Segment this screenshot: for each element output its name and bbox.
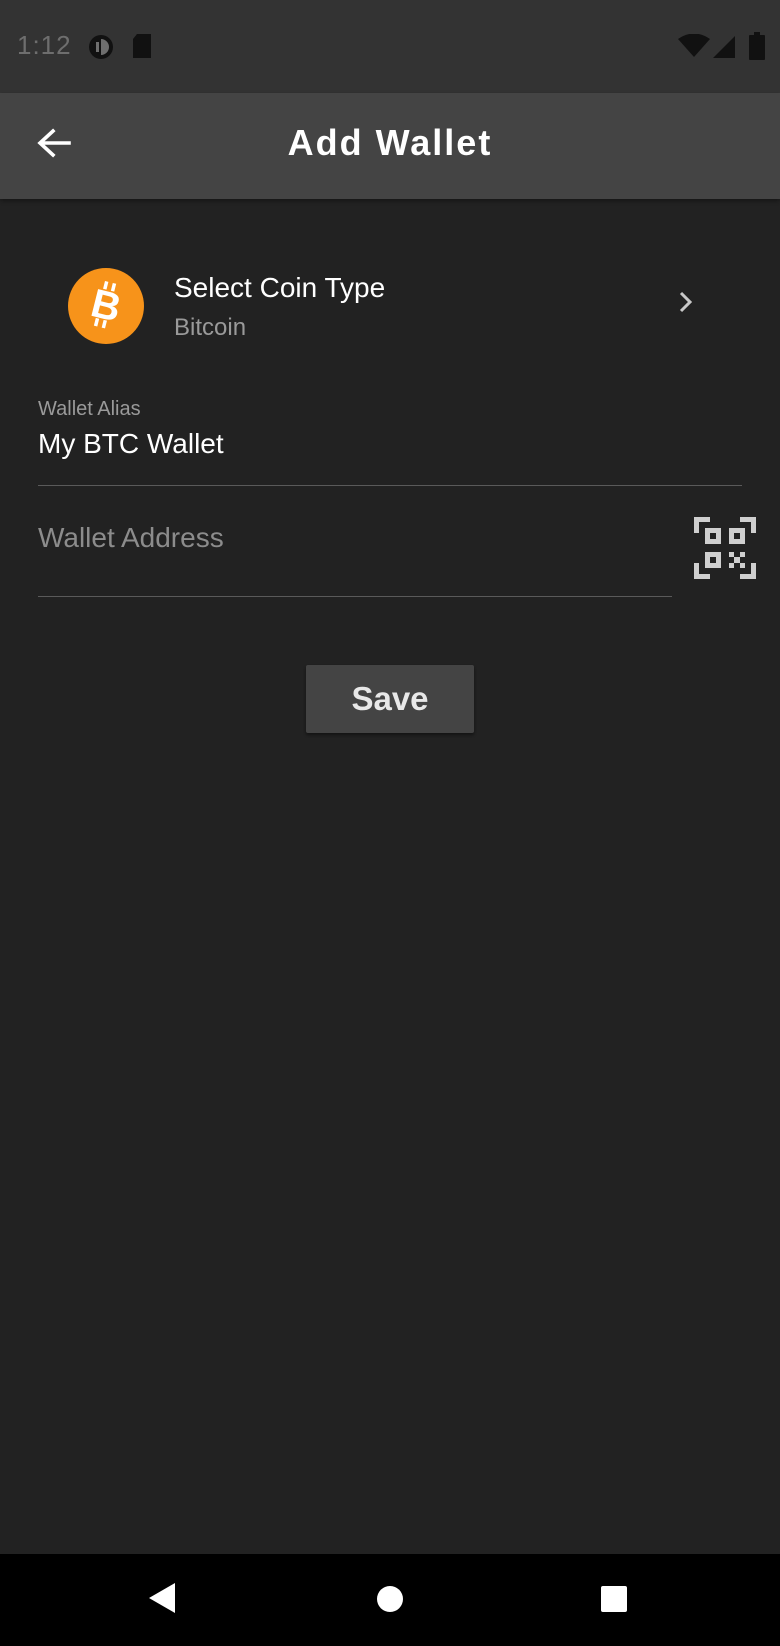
cell-signal-icon <box>712 35 736 64</box>
wallet-alias-input[interactable] <box>38 428 738 460</box>
bitcoin-icon: B <box>68 268 144 344</box>
wallet-alias-label: Wallet Alias <box>38 398 141 420</box>
add-wallet-screen: 1:12 Add Wallet B Select Coin Type Bitco… <box>0 0 780 1646</box>
coin-type-label: Select Coin Type <box>174 272 386 303</box>
wallet-address-underline <box>38 596 672 597</box>
nav-back-button[interactable] <box>148 1582 176 1619</box>
back-triangle-icon <box>148 1583 176 1618</box>
nav-home-button[interactable] <box>376 1585 404 1618</box>
system-nav-bar <box>0 1554 780 1646</box>
coin-type-selector[interactable]: B Select Coin Type Bitcoin <box>0 250 780 360</box>
status-time: 1:12 <box>17 30 72 60</box>
chevron-right-icon <box>676 290 696 319</box>
sd-card-icon <box>131 33 153 64</box>
wifi-icon <box>678 33 710 63</box>
nav-recents-button[interactable] <box>600 1585 628 1618</box>
save-button[interactable]: Save <box>306 665 474 733</box>
scan-qr-button[interactable] <box>692 515 758 581</box>
battery-icon <box>749 32 765 65</box>
qr-code-scan-icon <box>692 517 758 585</box>
recents-square-icon <box>600 1586 628 1617</box>
status-bar: 1:12 <box>0 0 780 93</box>
wallet-alias-underline <box>38 485 742 486</box>
selected-coin: Bitcoin <box>174 314 247 341</box>
notification-circle-icon <box>87 33 115 66</box>
page-title: Add Wallet <box>287 122 493 163</box>
app-bar: Add Wallet <box>0 93 780 199</box>
wallet-address-input[interactable] <box>38 522 668 554</box>
home-circle-icon <box>376 1586 404 1617</box>
